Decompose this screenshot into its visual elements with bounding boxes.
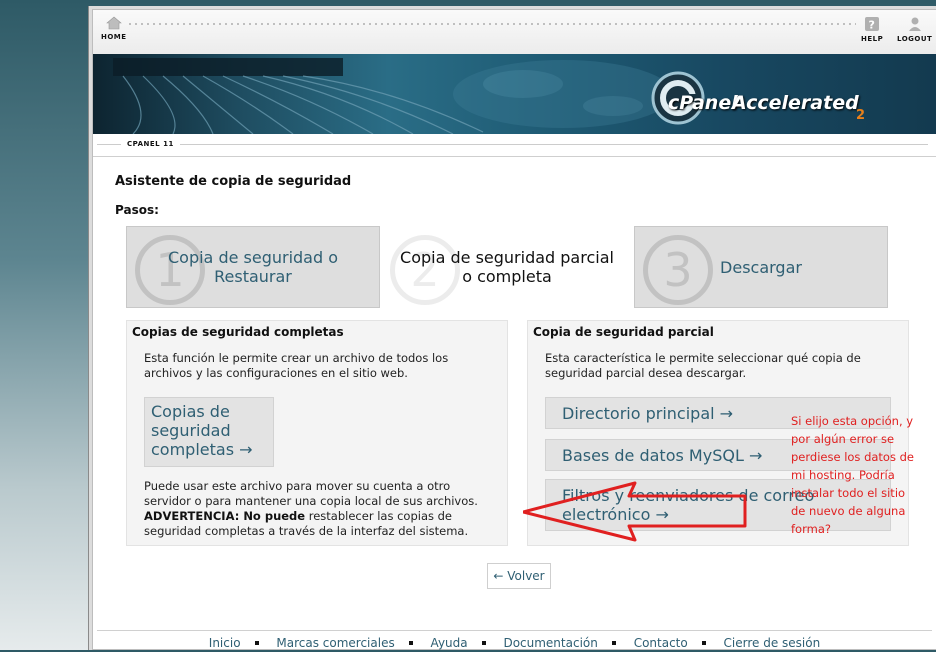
logout-label: LOGOUT <box>897 35 933 43</box>
help-icon: ? <box>865 17 880 32</box>
warning-bold: No puede <box>243 509 306 523</box>
full-backup-heading: Copias de seguridad completas <box>132 325 344 339</box>
warning-prefix: ADVERTENCIA <box>144 509 235 523</box>
cpanel-banner: cPanel Accelerated 2 <box>93 54 936 134</box>
footer-separator <box>701 640 706 645</box>
step-2: 2 Copia de seguridad parcial o completa <box>381 226 633 308</box>
breadcrumb-bar: CPANEL 11 <box>93 134 936 157</box>
steps-label: Pasos: <box>115 203 159 217</box>
help-button[interactable]: ? HELP <box>861 16 883 43</box>
footer-link-documentacion[interactable]: Documentación <box>503 636 597 650</box>
footer: Inicio Marcas comerciales Ayuda Document… <box>93 630 936 652</box>
home-button[interactable]: HOME <box>101 16 127 41</box>
top-nav-bar: HOME ? HELP LOGOUT <box>93 10 936 55</box>
browser-frame: HOME ? HELP LOGOUT cPanel Accelerated 2 … <box>88 6 936 650</box>
breadcrumb-divider <box>97 144 928 145</box>
footer-divider <box>97 630 932 631</box>
full-backup-panel: Copias de seguridad completas Esta funci… <box>126 320 508 546</box>
partial-backup-description: Esta característica le permite seleccion… <box>545 351 861 380</box>
step-1[interactable]: 1 Copia de seguridad o Restaurar <box>126 226 380 308</box>
brand-cpanel-text: cPanel <box>668 92 738 114</box>
footer-link-marcas[interactable]: Marcas comerciales <box>276 636 394 650</box>
step-1-label: Copia de seguridad o Restaurar <box>167 248 339 286</box>
full-backup-note: Puede usar este archivo para mover su cu… <box>144 479 478 538</box>
logout-button[interactable]: LOGOUT <box>897 16 932 43</box>
full-backup-button[interactable]: Copias de seguridad completas → <box>144 397 274 467</box>
partial-backup-heading: Copia de seguridad parcial <box>533 325 714 339</box>
svg-text:?: ? <box>869 19 876 32</box>
footer-separator <box>611 640 616 645</box>
cpanel-page: HOME ? HELP LOGOUT cPanel Accelerated 2 … <box>92 9 936 650</box>
help-label: HELP <box>861 35 884 43</box>
footer-separator <box>408 640 413 645</box>
full-backup-note-text: Puede usar este archivo para mover su cu… <box>144 479 478 508</box>
footer-separator <box>254 640 259 645</box>
footer-separator <box>481 640 486 645</box>
annotation-note: Si elijo esta opción, y por algún error … <box>791 414 914 536</box>
footer-link-contacto[interactable]: Contacto <box>634 636 688 650</box>
dotted-divider <box>127 22 856 26</box>
step-2-label: Copia de seguridad parcial o completa <box>400 248 614 286</box>
step-3-label: Descargar <box>720 257 802 277</box>
breadcrumb[interactable]: CPANEL 11 <box>121 140 180 148</box>
page-title: Asistente de copia de seguridad <box>115 174 352 189</box>
step-3[interactable]: 3 Descargar <box>634 226 888 308</box>
user-icon <box>908 17 921 31</box>
back-button[interactable]: ← Volver <box>487 563 551 589</box>
footer-link-inicio[interactable]: Inicio <box>209 636 241 650</box>
home-label: HOME <box>101 33 127 41</box>
full-backup-description: Esta función le permite crear un archivo… <box>144 351 449 380</box>
footer-link-cierre-sesion[interactable]: Cierre de sesión <box>724 636 821 650</box>
footer-link-ayuda[interactable]: Ayuda <box>431 636 468 650</box>
home-icon <box>105 16 122 30</box>
red-arrow-annotation <box>523 481 747 542</box>
brand-accelerated-text: Accelerated <box>732 92 859 114</box>
cpanel-logo: cPanel Accelerated 2 <box>648 70 898 126</box>
brand-version-text: 2 <box>856 108 866 123</box>
